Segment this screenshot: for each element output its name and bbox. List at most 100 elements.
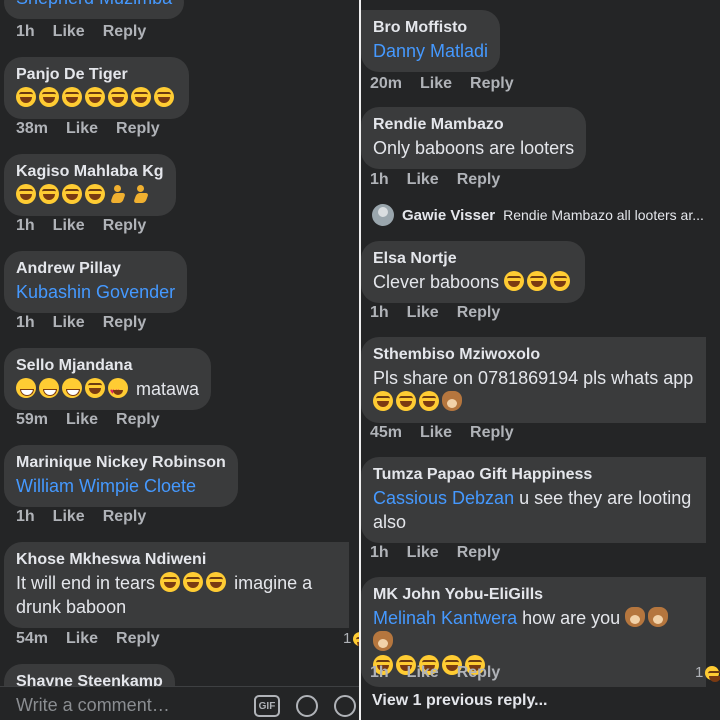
reply-button[interactable]: Reply xyxy=(103,314,147,332)
comment-author[interactable]: Sthembiso Mziwoxolo xyxy=(373,344,694,366)
reply-button[interactable]: Reply xyxy=(116,630,160,648)
right-comments-panel: Bro Moffisto Danny Matladi 20m Like Repl… xyxy=(361,0,720,720)
rofl-emoji-icon xyxy=(206,572,227,592)
sticker-icon[interactable] xyxy=(296,695,318,717)
reply-button[interactable]: Reply xyxy=(470,424,514,442)
comment-time: 1h xyxy=(16,23,35,40)
comment-time: 1h xyxy=(16,508,35,525)
comment-bubble: Marinique Nickey Robinson William Wimpie… xyxy=(4,445,238,507)
like-button[interactable]: Like xyxy=(407,171,439,189)
reply-button[interactable]: Reply xyxy=(103,508,147,526)
comment-sello: Sello Mjandana matawa xyxy=(4,348,212,410)
rofl-emoji-icon xyxy=(131,87,151,107)
like-button[interactable]: Like xyxy=(66,120,98,138)
comment-author[interactable]: Kagiso Mahlaba Kg xyxy=(16,161,164,183)
comment-text: It will end in tears xyxy=(16,573,156,593)
rofl-emoji-icon xyxy=(16,184,36,204)
comment-text: Clever baboons xyxy=(373,272,500,292)
emoji-picker-icon[interactable] xyxy=(334,695,356,717)
comment-emojis xyxy=(373,390,694,414)
comment-input[interactable]: Write a comment… xyxy=(16,695,170,716)
rofl-emoji-icon xyxy=(62,87,82,107)
comment-author[interactable]: Rendie Mambazo xyxy=(373,114,574,136)
reply-author[interactable]: Gawie Visser xyxy=(402,207,495,224)
comment-bubble: Sello Mjandana matawa xyxy=(4,348,212,410)
monkey-emoji-icon xyxy=(442,391,462,411)
comment-text: matawa xyxy=(136,379,200,399)
like-button[interactable]: Like xyxy=(420,75,452,93)
comment-time: 20m xyxy=(370,75,403,92)
comment-author[interactable]: Elsa Nortje xyxy=(373,248,573,270)
comment-actions: 59m Like Reply xyxy=(16,411,160,429)
like-button[interactable]: Like xyxy=(53,314,85,332)
comment-time: 1h xyxy=(16,314,35,331)
comment-actions: 1h Like Reply xyxy=(16,508,146,526)
comment-author[interactable]: Marinique Nickey Robinson xyxy=(16,452,226,474)
comment-mention[interactable]: Melinah Kantwera xyxy=(373,608,517,628)
reply-button[interactable]: Reply xyxy=(103,217,147,235)
reply-button[interactable]: Reply xyxy=(470,75,514,93)
comment-text: imagine a xyxy=(234,573,313,593)
grin-emoji-icon xyxy=(16,378,36,398)
like-button[interactable]: Like xyxy=(66,411,98,429)
reply-button[interactable]: Reply xyxy=(457,544,501,562)
comment-author[interactable]: MK John Yobu-EliGills xyxy=(373,584,694,606)
reply-snippet: Rendie Mambazo all looters ar... xyxy=(503,207,704,223)
comment-author[interactable]: Panjo De Tiger xyxy=(16,64,177,86)
left-comments-panel: Shepherd Muzimba 1h Like Reply Panjo De … xyxy=(0,0,359,720)
like-button[interactable]: Like xyxy=(53,23,85,41)
comment-marinique: Marinique Nickey Robinson William Wimpie… xyxy=(4,445,238,507)
composer-tools: GIF xyxy=(254,695,356,717)
rofl-emoji-icon xyxy=(39,87,59,107)
comment-mention[interactable]: Shepherd Muzimba xyxy=(16,0,172,10)
comment-author[interactable]: Khose Mkheswa Ndiweni xyxy=(16,549,337,571)
comment-actions: 1h Like Reply xyxy=(16,217,146,235)
comment-actions: 38m Like Reply xyxy=(16,120,160,138)
rofl-emoji-icon xyxy=(85,87,105,107)
comment-author[interactable]: Tumza Papao Gift Happiness xyxy=(373,464,694,486)
reaction-count[interactable]: 1 xyxy=(343,630,359,648)
comment-actions: 1h Like Reply xyxy=(16,23,146,41)
comment-text-row: It will end in tears imagine a xyxy=(16,571,337,595)
reply-button[interactable]: Reply xyxy=(457,171,501,189)
reply-preview[interactable]: Gawie Visser Rendie Mambazo all looters … xyxy=(372,204,704,226)
comment-text: Pls share on 0781869194 pls whats app xyxy=(373,368,694,388)
rofl-emoji-icon xyxy=(160,572,181,592)
like-button[interactable]: Like xyxy=(66,630,98,648)
heart-eyes-emoji-icon xyxy=(108,378,128,404)
comment-actions: 45m Like Reply xyxy=(370,424,514,442)
comment-time: 1h xyxy=(370,664,389,681)
comment-mention[interactable]: Danny Matladi xyxy=(373,39,488,63)
comment-author[interactable]: Bro Moffisto xyxy=(373,17,488,39)
like-button[interactable]: Like xyxy=(407,304,439,322)
like-button[interactable]: Like xyxy=(53,508,85,526)
reply-button[interactable]: Reply xyxy=(116,120,160,138)
comment-time: 45m xyxy=(370,424,403,441)
comment-mention[interactable]: William Wimpie Cloete xyxy=(16,474,226,498)
like-button[interactable]: Like xyxy=(53,217,85,235)
comment-mention[interactable]: Cassious Debzan xyxy=(373,488,514,508)
reaction-count-number: 1 xyxy=(343,630,352,647)
comment-text: u see they are looting xyxy=(519,488,692,508)
runner-emoji-icon xyxy=(131,184,151,204)
comment-mention[interactable]: Kubashin Govender xyxy=(16,280,175,304)
comment-author[interactable]: Andrew Pillay xyxy=(16,258,175,280)
reply-button[interactable]: Reply xyxy=(457,664,501,682)
reaction-count[interactable]: 1 xyxy=(695,664,720,682)
reply-button[interactable]: Reply xyxy=(116,411,160,429)
reply-button[interactable]: Reply xyxy=(103,23,147,41)
comment-text-row: Melinah Kantwera how are you xyxy=(373,606,694,654)
like-button[interactable]: Like xyxy=(420,424,452,442)
comment-actions: 1h Like Reply xyxy=(16,314,146,332)
like-button[interactable]: Like xyxy=(407,544,439,562)
view-previous-replies-link[interactable]: View 1 previous reply... xyxy=(372,692,547,710)
rofl-emoji-icon xyxy=(62,184,82,204)
rofl-emoji-icon xyxy=(550,271,571,291)
haha-reaction-icon xyxy=(705,665,720,682)
like-button[interactable]: Like xyxy=(407,664,439,682)
reply-button[interactable]: Reply xyxy=(457,304,501,322)
comment-bubble: Sthembiso Mziwoxolo Pls share on 0781869… xyxy=(361,337,706,423)
runner-emoji-icon xyxy=(108,184,128,204)
gif-icon[interactable]: GIF xyxy=(254,695,280,717)
comment-author[interactable]: Sello Mjandana xyxy=(16,355,199,377)
